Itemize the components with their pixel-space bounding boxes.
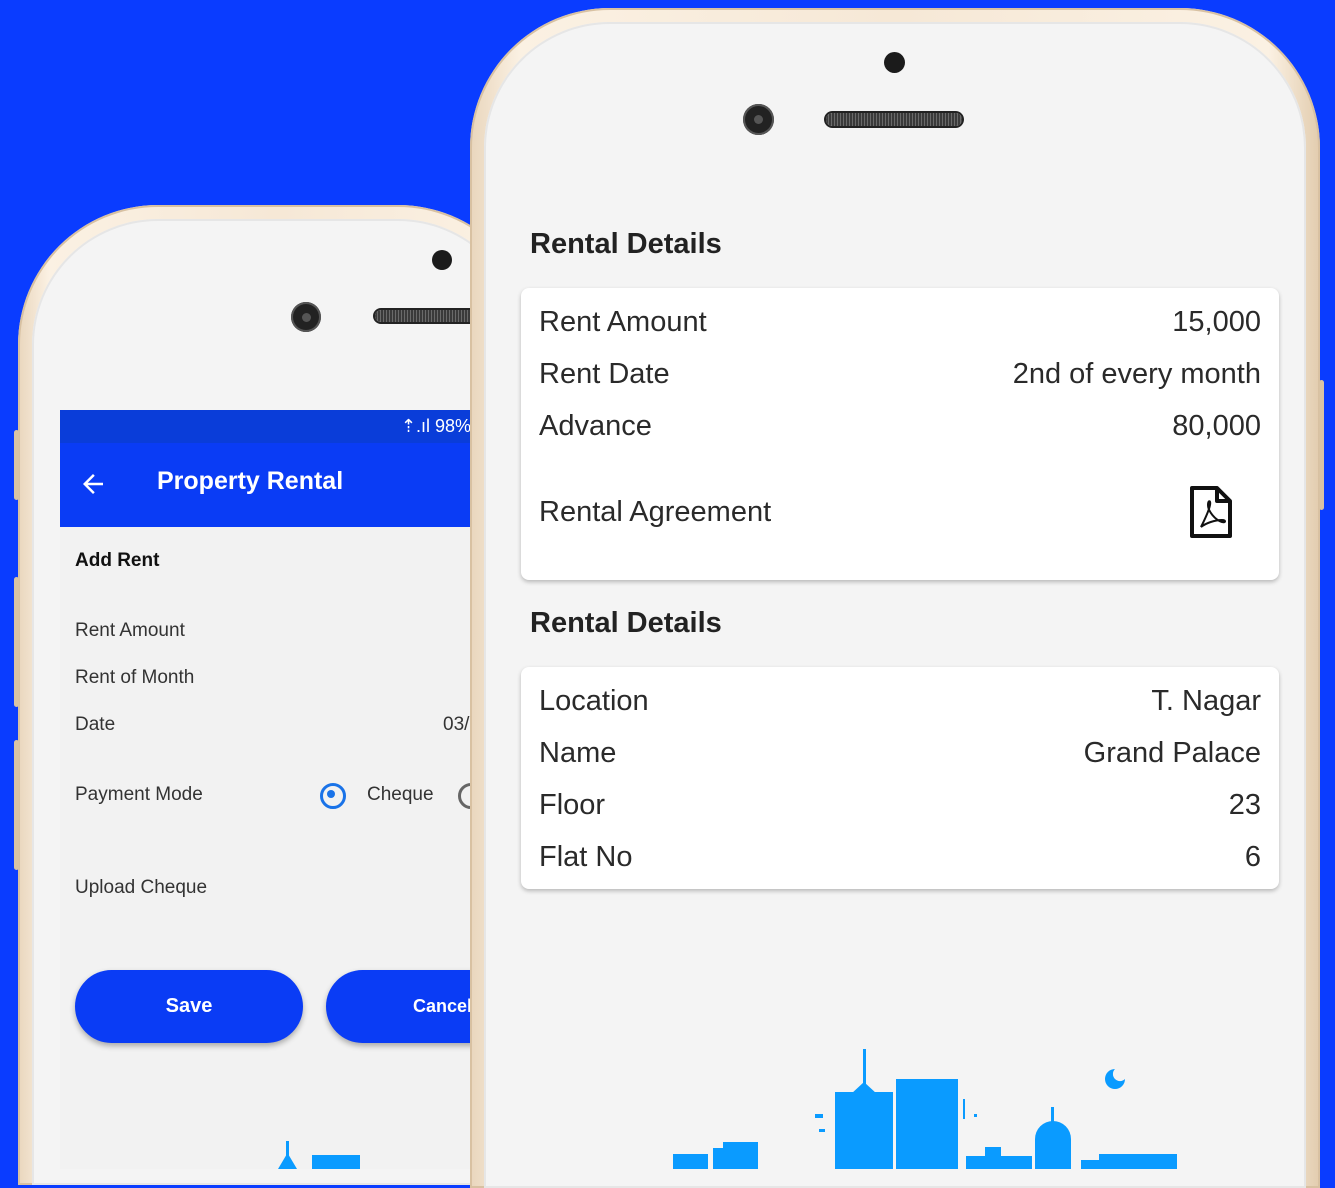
detail-key: Rent Date	[539, 358, 670, 390]
detail-value: T. Nagar	[1151, 685, 1261, 717]
rental-details-card-1: Rent Amount 15,000 Rent Date 2nd of ever…	[521, 288, 1279, 580]
arrow-left-icon[interactable]	[78, 469, 108, 499]
right-earpiece-speaker	[826, 113, 962, 126]
status-bar: ⇡.ıl 98%	[60, 410, 473, 443]
payment-mode-label: Payment Mode	[75, 784, 203, 805]
form-heading: Add Rent	[75, 550, 160, 571]
left-volume-up-button	[14, 430, 19, 500]
detail-key: Flat No	[539, 841, 633, 873]
detail-value: Grand Palace	[1083, 737, 1261, 769]
city-skyline-illustration	[673, 1049, 1177, 1169]
left-front-camera	[291, 302, 321, 332]
right-power-button	[1319, 380, 1324, 510]
payment-cheque-radio[interactable]	[320, 783, 346, 809]
left-city-skyline-illustration	[278, 1141, 360, 1169]
rental-details-title-1: Rental Details	[530, 228, 722, 260]
left-front-sensor	[432, 250, 452, 270]
detail-value: 23	[1228, 789, 1261, 821]
rental-details-card-2: Location T. Nagar Name Grand Palace Floo…	[521, 667, 1279, 889]
left-phone-screen: ⇡.ıl 98% Property Rental Add Rent Rent A…	[60, 410, 473, 1169]
detail-key: Rental Agreement	[539, 496, 772, 528]
date-value-field[interactable]: 03/	[443, 714, 469, 736]
right-phone-screen: Rental Details Rent Amount 15,000 Rent D…	[513, 210, 1283, 1169]
detail-key: Advance	[539, 410, 652, 442]
detail-value: 80,000	[1172, 410, 1261, 442]
detail-key: Location	[539, 685, 649, 717]
date-label: Date	[75, 714, 116, 735]
rental-details-title-2: Rental Details	[530, 607, 722, 639]
left-power-button	[14, 740, 19, 870]
rent-amount-label: Rent Amount	[75, 620, 185, 641]
detail-key: Rent Amount	[539, 306, 707, 338]
detail-value: 6	[1244, 841, 1261, 873]
detail-key: Floor	[539, 789, 606, 821]
save-button[interactable]: Save	[75, 970, 303, 1043]
left-volume-down-button	[14, 577, 19, 707]
right-front-sensor	[884, 52, 905, 73]
payment-cheque-label[interactable]: Cheque	[367, 784, 434, 806]
rent-of-month-label: Rent of Month	[75, 667, 195, 688]
upload-cheque-label[interactable]: Upload Cheque	[75, 877, 207, 899]
left-earpiece-speaker	[375, 310, 485, 322]
pdf-file-icon[interactable]	[1189, 485, 1233, 539]
detail-value: 15,000	[1172, 306, 1261, 338]
cancel-button[interactable]: Cancel	[326, 970, 473, 1043]
detail-key: Name	[539, 737, 617, 769]
detail-value: 2nd of every month	[1012, 358, 1261, 390]
app-bar-title: Property Rental	[157, 467, 344, 495]
status-signal-text: ⇡.ıl 98%	[400, 416, 471, 436]
app-bar: Property Rental	[60, 443, 473, 527]
right-front-camera	[743, 104, 774, 135]
